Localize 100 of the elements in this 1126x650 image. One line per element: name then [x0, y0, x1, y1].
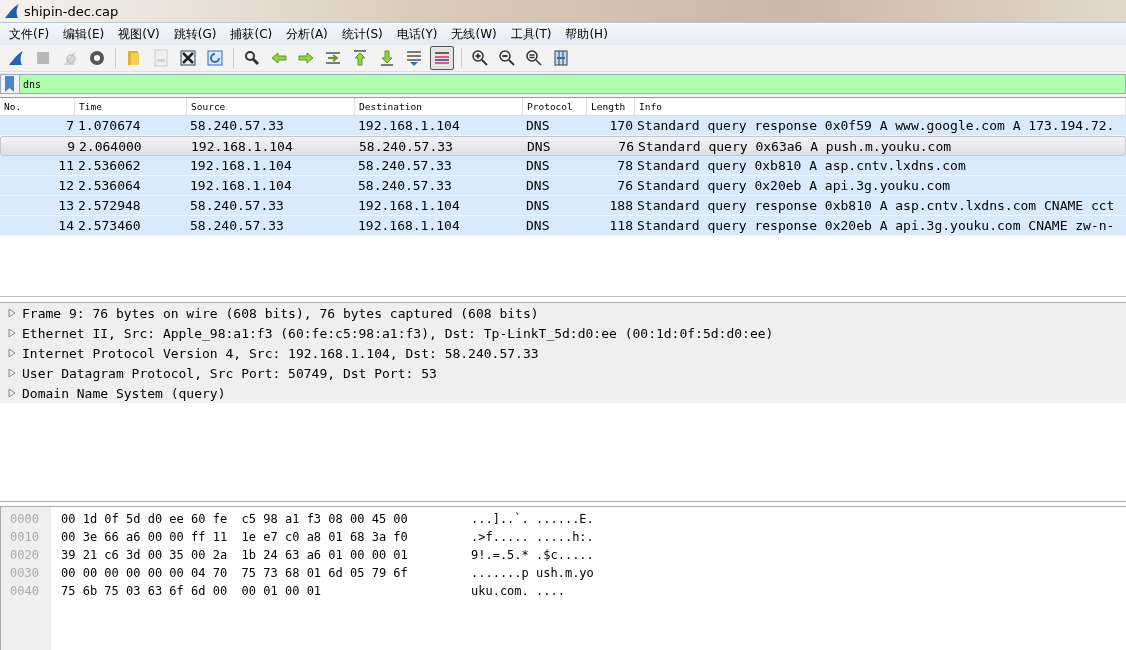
restart-icon — [61, 49, 79, 67]
table-cell-text: 192.168.1.104 — [189, 178, 293, 193]
right-arrow-icon — [297, 49, 315, 67]
table-cell-text: 58.240.57.33 — [357, 158, 453, 173]
bookmark-icon[interactable] — [0, 74, 20, 94]
table-cell-text: DNS — [525, 118, 551, 133]
menu-item[interactable]: 文件(F) — [2, 25, 57, 43]
ascii-bytes: 9!.=.5.* .$c..... — [471, 547, 594, 564]
table-cell-text: 58.240.57.33 — [357, 178, 453, 193]
table-cell-text: 192.168.1.104 — [357, 218, 461, 233]
table-cell-text: 2.536064 — [77, 178, 142, 193]
table-cell-text: 188 — [608, 198, 634, 213]
table-cell-text: 58.240.57.33 — [358, 138, 454, 154]
packet-row[interactable]: 9 2.064000 192.168.1.104 58.240.57.33 DNS 76 Standard query 0x63a6 A push.m.youku.com — [0, 136, 1126, 156]
column-header[interactable]: Source — [187, 98, 355, 115]
gear-icon — [88, 49, 106, 67]
table-cell-text: 9 — [66, 138, 76, 154]
column-header[interactable]: Length — [587, 98, 635, 115]
table-cell-text: 58.240.57.33 — [189, 198, 285, 213]
table-cell-text: 2.573460 — [77, 218, 142, 233]
menu-item[interactable]: 分析(A) — [279, 25, 335, 43]
table-cell-text: Standard query response 0x0f59 A www.google.com A 173.194.72. — [636, 118, 1116, 133]
table-cell-text: Standard query 0x63a6 A push.m.youku.com — [637, 138, 953, 154]
menu-item[interactable]: 无线(W) — [444, 25, 504, 43]
table-cell-text: 76 — [616, 178, 634, 193]
ascii-bytes: ...]..`. ......E. — [471, 511, 594, 528]
table-cell-text: 13 — [57, 198, 75, 213]
columns-icon — [552, 49, 570, 67]
byte-offset: 0040 — [9, 583, 40, 600]
table-cell-text: DNS — [525, 218, 551, 233]
byte-offset: 0030 — [9, 565, 40, 582]
menu-item[interactable]: 编辑(E) — [56, 25, 112, 43]
table-cell-text: 192.168.1.104 — [357, 118, 461, 133]
protocol-tree-item[interactable]: Domain Name System (query) — [22, 385, 226, 401]
table-cell-text: 78 — [616, 158, 634, 173]
goto-icon — [324, 49, 342, 67]
table-cell-text: 118 — [608, 218, 634, 233]
table-cell-text: 192.168.1.104 — [357, 198, 461, 213]
table-cell-text: DNS — [525, 178, 551, 193]
menu-item[interactable]: 电话(Y) — [389, 25, 445, 43]
expand-arrow-icon[interactable] — [8, 328, 16, 338]
table-cell-text: 58.240.57.33 — [189, 118, 285, 133]
table-cell-text: 2.572948 — [77, 198, 142, 213]
lines-icon — [433, 49, 451, 67]
close-icon — [179, 49, 197, 67]
ascii-bytes: uku.com. .... — [471, 583, 566, 600]
colorize-button[interactable] — [430, 46, 454, 70]
packet-row[interactable]: 12 2.536064 192.168.1.104 58.240.57.33 DNS 76 Standard query 0x20eb A api.3g.youku.com — [0, 176, 1126, 196]
table-cell-text: 58.240.57.33 — [189, 218, 285, 233]
menu-item[interactable]: 工具(T) — [503, 25, 559, 43]
packet-row[interactable]: 13 2.572948 58.240.57.33 192.168.1.104 DNS 188 Standard query response 0xb810 A asp.cntv.lxdns.com CNAME cct — [0, 196, 1126, 216]
table-cell-text: DNS — [525, 158, 551, 173]
column-header[interactable]: Destination — [355, 98, 523, 115]
hex-bytes: 00 00 00 00 00 00 04 70 75 73 68 01 6d 05 79 6f — [61, 565, 409, 582]
table-cell-text: 2.536062 — [77, 158, 142, 173]
zoom-normal-icon — [525, 49, 543, 67]
table-cell-text: Standard query response 0x20eb A api.3g.youku.com CNAME zw-n- — [636, 218, 1116, 233]
table-cell-text: DNS — [525, 198, 551, 213]
expand-arrow-icon[interactable] — [8, 308, 16, 318]
byte-offset: 0010 — [9, 529, 40, 546]
packet-row[interactable]: 7 1.070674 58.240.57.33 192.168.1.104 DNS 170 Standard query response 0x0f59 A www.google.com A 173.194.72. — [0, 116, 1126, 136]
column-header[interactable]: Time — [75, 98, 187, 115]
table-cell-text: Standard query response 0xb810 A asp.cntv.lxdns.com CNAME cct — [636, 198, 1116, 213]
ascii-bytes: .......p ush.m.yo — [471, 565, 594, 582]
left-arrow-icon — [270, 49, 288, 67]
stop-icon — [34, 49, 52, 67]
byte-offset: 0000 — [9, 511, 40, 528]
byte-offset: 0020 — [9, 547, 40, 564]
expand-arrow-icon[interactable] — [8, 348, 16, 358]
menu-item[interactable]: 帮助(H) — [558, 25, 615, 43]
menu-item[interactable]: 统计(S) — [334, 25, 390, 43]
table-cell-text: 192.168.1.104 — [189, 158, 293, 173]
table-cell-text: 11 — [57, 158, 75, 173]
menu-item[interactable]: 跳转(G) — [166, 25, 224, 43]
expand-arrow-icon[interactable] — [8, 388, 16, 398]
table-cell-text: 7 — [65, 118, 75, 133]
table-cell-text: DNS — [526, 138, 552, 154]
expand-arrow-icon[interactable] — [8, 368, 16, 378]
column-header[interactable]: No. — [0, 98, 75, 115]
fin-icon — [4, 3, 20, 19]
hex-bytes: 00 3e 66 a6 00 00 ff 11 1e e7 c0 a8 01 68 3a f0 — [61, 529, 409, 546]
table-cell-text: 2.064000 — [78, 138, 143, 154]
menu-item[interactable]: 视图(V) — [111, 25, 167, 43]
column-header[interactable]: Protocol — [523, 98, 587, 115]
reload-icon — [206, 49, 224, 67]
down-arrow-icon — [378, 49, 396, 67]
packet-row[interactable]: 11 2.536062 192.168.1.104 58.240.57.33 DNS 78 Standard query 0xb810 A asp.cntv.lxdns.com — [0, 156, 1126, 176]
up-arrow-icon — [351, 49, 369, 67]
search-icon — [243, 49, 261, 67]
fin-icon — [7, 49, 25, 67]
table-cell-text: 76 — [617, 138, 635, 154]
table-cell-text: 14 — [57, 218, 75, 233]
zoom-in-icon — [471, 49, 489, 67]
hex-bytes: 75 6b 75 03 63 6f 6d 00 00 01 00 01 — [61, 583, 323, 600]
menu-item[interactable]: 捕获(C) — [223, 25, 280, 43]
table-cell-text: 1.070674 — [77, 118, 142, 133]
column-header[interactable]: Info — [635, 98, 1126, 115]
display-filter-field[interactable]: dns — [20, 74, 1126, 94]
packet-row[interactable]: 14 2.573460 58.240.57.33 192.168.1.104 DNS 118 Standard query response 0x20eb A api.3g.youku.com CNAME zw-n- — [0, 216, 1126, 236]
document-icon — [152, 49, 170, 67]
